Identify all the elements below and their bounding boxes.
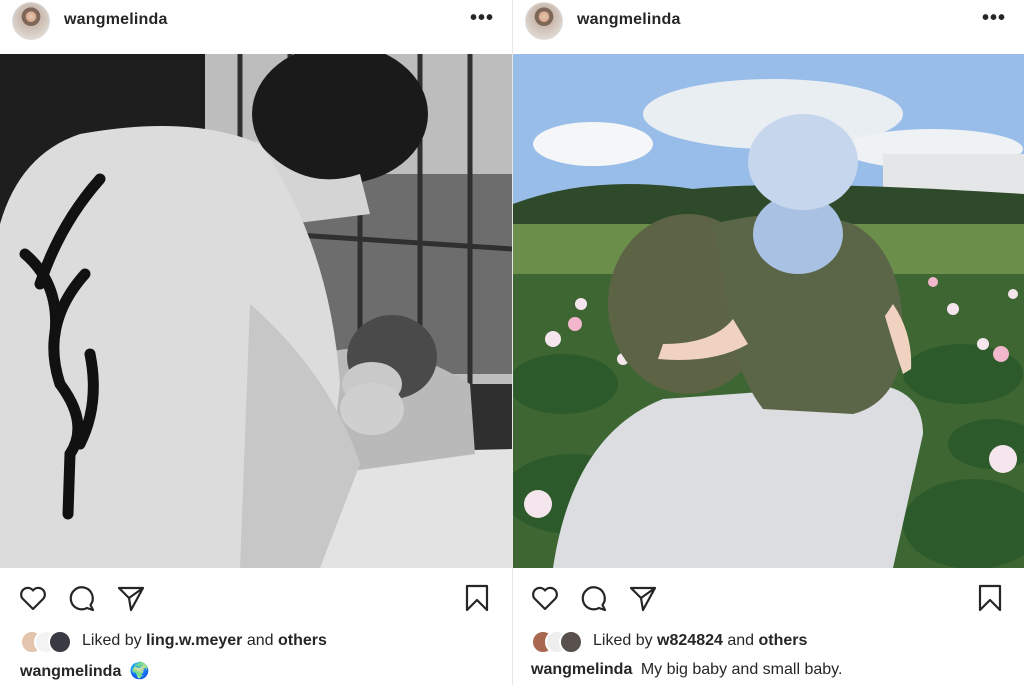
likes-row: Liked by ling.w.meyer and others <box>20 630 500 654</box>
caption-text: 🌍 <box>129 663 150 680</box>
share-icon[interactable] <box>116 583 146 613</box>
liked-by-join: and <box>727 632 755 649</box>
liked-by-user[interactable]: w824824 <box>657 632 723 649</box>
post-username[interactable]: wangmelinda <box>577 11 681 29</box>
caption-username[interactable]: wangmelinda <box>20 663 121 680</box>
post-caption: wangmelinda My big baby and small baby. <box>531 661 842 679</box>
post-actions <box>513 575 1024 623</box>
post-actions <box>0 575 512 623</box>
likes-text[interactable]: Liked by w824824 and others <box>593 632 807 650</box>
heart-icon[interactable] <box>530 583 560 613</box>
avatar[interactable] <box>525 2 563 40</box>
post-header: wangmelinda ••• <box>0 0 512 54</box>
caption-text: My big baby and small baby. <box>640 661 843 678</box>
avatar[interactable] <box>12 2 50 40</box>
post-header: wangmelinda ••• <box>513 0 1024 54</box>
post-photo[interactable] <box>0 54 512 568</box>
heart-icon[interactable] <box>18 583 48 613</box>
post-photo[interactable] <box>513 54 1024 568</box>
comment-icon[interactable] <box>66 583 96 613</box>
post-right: wangmelinda ••• Liked by w824824 and oth… <box>513 0 1024 685</box>
liked-by-prefix: Liked by <box>593 632 653 649</box>
likes-row: Liked by w824824 and others <box>531 630 1011 654</box>
liked-by-others[interactable]: others <box>759 632 808 649</box>
post-caption: wangmelinda 🌍 <box>20 661 150 681</box>
likes-text[interactable]: Liked by ling.w.meyer and others <box>82 632 327 650</box>
comment-icon[interactable] <box>578 583 608 613</box>
post-username[interactable]: wangmelinda <box>64 11 168 29</box>
bookmark-icon[interactable] <box>462 583 492 613</box>
liker-avatar[interactable] <box>559 630 583 654</box>
caption-username[interactable]: wangmelinda <box>531 661 632 678</box>
liker-avatar[interactable] <box>48 630 72 654</box>
post-left: wangmelinda ••• Liked by ling.w.meyer an… <box>0 0 512 685</box>
bookmark-icon[interactable] <box>975 583 1005 613</box>
more-options-icon[interactable]: ••• <box>470 7 494 30</box>
liked-by-others[interactable]: others <box>278 632 327 649</box>
liked-by-join: and <box>246 632 274 649</box>
share-icon[interactable] <box>628 583 658 613</box>
liked-by-prefix: Liked by <box>82 632 142 649</box>
more-options-icon[interactable]: ••• <box>982 7 1006 30</box>
liked-by-user[interactable]: ling.w.meyer <box>146 632 242 649</box>
